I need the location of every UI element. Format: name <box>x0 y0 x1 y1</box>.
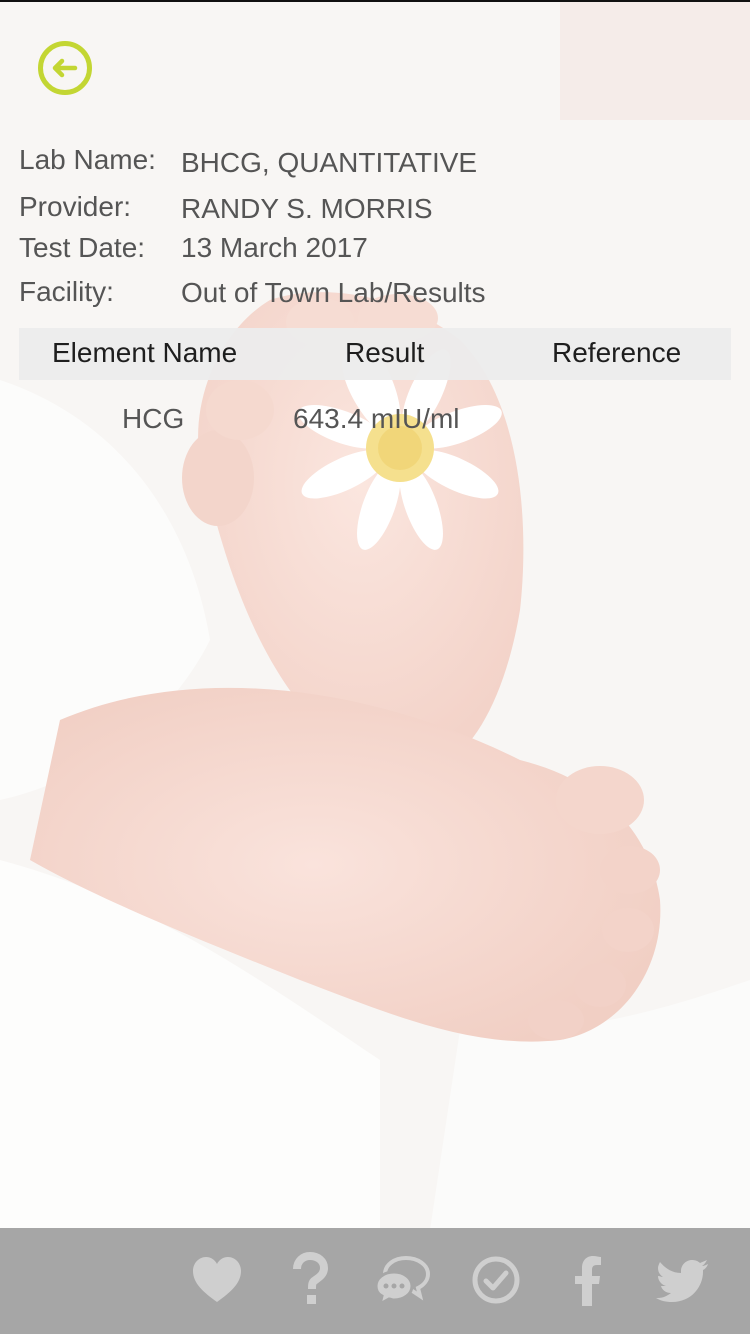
lab-name-value: BHCG, QUANTITATIVE <box>181 147 478 178</box>
heart-icon[interactable] <box>189 1252 245 1308</box>
results-table-header: Element Name Result Reference <box>19 328 731 380</box>
row-result: 643.4 mIU/ml <box>293 403 460 434</box>
checkmark-circle-icon[interactable] <box>468 1252 524 1308</box>
test-date-label: Test Date: <box>19 232 146 263</box>
test-date-value: 13 March 2017 <box>181 232 368 263</box>
facility-value: Out of Town Lab/Results <box>181 277 486 308</box>
column-header-element-name: Element Name <box>52 337 238 368</box>
row-element-name: HCG <box>122 403 185 434</box>
question-icon[interactable] <box>282 1252 338 1308</box>
provider-label: Provider: <box>19 191 132 222</box>
chat-icon[interactable] <box>374 1252 430 1308</box>
provider-value: RANDY S. MORRIS <box>181 193 433 224</box>
facility-label: Facility: <box>19 276 114 307</box>
back-button[interactable] <box>38 41 92 95</box>
twitter-icon[interactable] <box>656 1252 712 1308</box>
column-header-result: Result <box>345 337 425 368</box>
footer-toolbar <box>0 1228 750 1334</box>
facebook-icon[interactable] <box>561 1252 617 1308</box>
arrow-left-circle-icon <box>52 58 78 78</box>
column-header-reference: Reference <box>552 337 682 368</box>
status-divider <box>0 0 750 2</box>
lab-name-label: Lab Name: <box>19 144 156 175</box>
